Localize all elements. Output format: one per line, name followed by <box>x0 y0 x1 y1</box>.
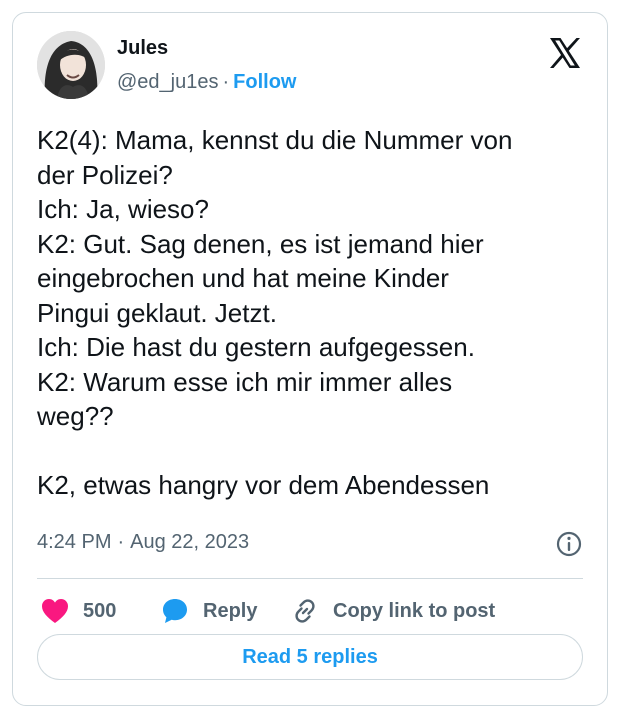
tweet-line: K2(4): Mama, kennst du die Nummer von <box>37 125 513 155</box>
avatar-photo <box>37 31 105 99</box>
heart-icon <box>41 598 69 624</box>
link-icon <box>291 597 319 625</box>
author-handle[interactable]: @ed_ju1es <box>117 71 218 93</box>
tweet-time: 4:24 PM <box>37 531 112 553</box>
like-button[interactable]: 500 <box>41 591 116 631</box>
info-icon[interactable] <box>555 530 583 558</box>
x-logo-icon[interactable] <box>547 35 583 71</box>
tweet-line: eingebrochen und hat meine Kinder <box>37 263 449 293</box>
read-replies-button[interactable]: Read 5 replies <box>37 634 583 680</box>
follow-link[interactable]: Follow <box>233 71 296 93</box>
tweet-timestamp[interactable]: 4:24 PM · Aug 22, 2023 <box>37 531 249 554</box>
tweet-text: K2(4): Mama, kennst du die Nummer von de… <box>37 123 597 503</box>
speech-bubble-icon <box>161 597 189 625</box>
copy-link-button[interactable]: Copy link to post <box>291 591 495 631</box>
tweet-line: K2: Gut. Sag denen, es ist jemand hier <box>37 228 484 259</box>
reply-button[interactable]: Reply <box>161 591 257 631</box>
tweet-line: der Polizei? <box>37 159 173 190</box>
avatar[interactable] <box>37 31 105 99</box>
like-count: 500 <box>83 599 117 622</box>
author-name[interactable]: Jules <box>117 37 168 60</box>
tweet-line: Ich: Die hast du gestern aufgegessen. <box>37 332 475 362</box>
tweet-card: Jules @ed_ju1es · Follow K2(4): Mama, kenn… <box>12 12 608 706</box>
tweet-line: K2, etwas hangry vor dem Abendessen <box>37 470 490 500</box>
tweet-line: K2: Warum esse ich mir immer alles <box>37 366 453 397</box>
handle-separator: · <box>222 71 230 93</box>
tweet-line: weg?? <box>37 401 114 431</box>
tweet-line: Ich: Ja, wieso? <box>37 194 209 224</box>
tweet-header: Jules @ed_ju1es · Follow <box>37 31 583 111</box>
tweet-date: Aug 22, 2023 <box>130 531 250 553</box>
reply-label: Reply <box>203 599 258 622</box>
timestamp-separator: · <box>117 531 125 553</box>
handle-row: @ed_ju1es · Follow <box>117 71 296 94</box>
action-bar: 500 Reply Copy link to post <box>37 591 583 631</box>
copy-link-label: Copy link to post <box>333 599 496 622</box>
tweet-line: Pingui geklaut. Jetzt. <box>37 297 277 328</box>
divider <box>37 578 583 579</box>
